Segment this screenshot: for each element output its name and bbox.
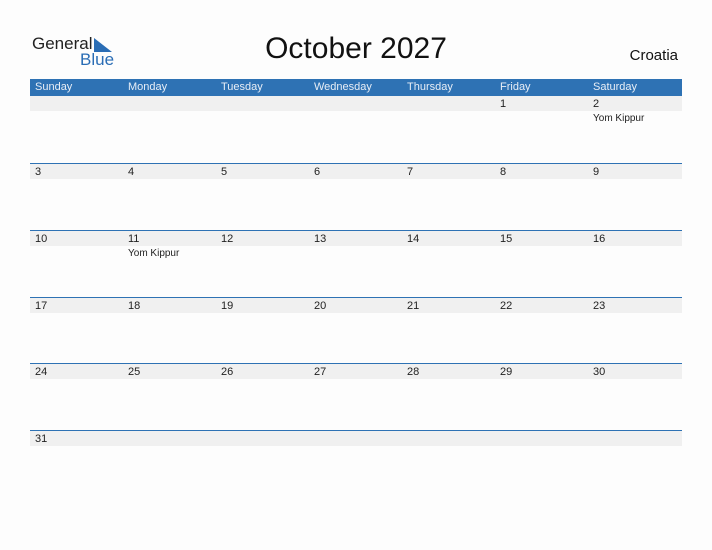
day-number: 2 [593, 98, 600, 110]
day-number: 24 [35, 366, 48, 378]
day-number: 11 [128, 233, 140, 245]
day-cell: 9 [588, 164, 681, 224]
day-number: 3 [35, 166, 42, 178]
day-cell: 8 [495, 164, 588, 224]
day-cell: 12 [216, 231, 309, 291]
day-cell: 10 [30, 231, 123, 291]
weekday-header: Sunday Monday Tuesday Wednesday Thursday Frid… [30, 79, 682, 96]
day-cell [123, 431, 216, 491]
day-number: 10 [35, 233, 48, 245]
day-number: 9 [593, 166, 600, 178]
day-cell: 26 [216, 364, 309, 424]
day-cell: 6 [309, 164, 402, 224]
day-number: 15 [500, 233, 513, 245]
day-number: 6 [314, 166, 321, 178]
day-number: 14 [407, 233, 420, 245]
weekday-monday: Monday [128, 81, 168, 93]
day-cell: 19 [216, 298, 309, 358]
day-cell [309, 431, 402, 491]
day-number: 19 [221, 300, 234, 312]
day-number: 4 [128, 166, 135, 178]
week-row: 24 25 26 27 28 29 30 [30, 363, 682, 431]
week-row: 1 2 Yom Kippur [30, 96, 682, 163]
day-number: 23 [593, 300, 606, 312]
day-number: 29 [500, 366, 513, 378]
day-number: 28 [407, 366, 420, 378]
day-number: 16 [593, 233, 606, 245]
day-number: 1 [500, 98, 507, 110]
day-cell [402, 96, 495, 156]
day-number: 25 [128, 366, 141, 378]
day-cell [30, 96, 123, 156]
day-cell [309, 96, 402, 156]
day-cell: 20 [309, 298, 402, 358]
day-number: 8 [500, 166, 507, 178]
day-cell: 5 [216, 164, 309, 224]
day-number: 17 [35, 300, 48, 312]
week-row: 10 11 Yom Kippur 12 13 14 15 16 [30, 230, 682, 298]
day-number: 26 [221, 366, 234, 378]
holiday-label: Yom Kippur [128, 248, 180, 259]
day-number: 7 [407, 166, 414, 178]
day-number: 5 [221, 166, 228, 178]
day-cell: 30 [588, 364, 681, 424]
day-cell: 24 [30, 364, 123, 424]
weekday-tuesday: Tuesday [221, 81, 263, 93]
holiday-label: Yom Kippur [593, 113, 645, 124]
day-cell: 31 [30, 431, 123, 491]
day-cell [123, 96, 216, 156]
day-cell [495, 431, 588, 491]
weekday-sunday: Sunday [35, 81, 73, 93]
day-number: 27 [314, 366, 327, 378]
weekday-saturday: Saturday [593, 81, 638, 93]
country-label: Croatia [629, 47, 678, 64]
day-cell: 27 [309, 364, 402, 424]
day-number: 22 [500, 300, 513, 312]
day-cell: 23 [588, 298, 681, 358]
week-row: 3 4 5 6 7 8 9 [30, 163, 682, 231]
day-cell: 22 [495, 298, 588, 358]
week-row: 17 18 19 20 21 22 23 [30, 297, 682, 365]
day-number: 21 [407, 300, 420, 312]
day-cell: 21 [402, 298, 495, 358]
day-number: 31 [35, 433, 48, 445]
day-cell: 1 [495, 96, 588, 156]
weekday-wednesday: Wednesday [314, 81, 372, 93]
day-cell [588, 431, 681, 491]
day-cell: 15 [495, 231, 588, 291]
day-cell [216, 96, 309, 156]
day-number: 30 [593, 366, 606, 378]
day-cell [216, 431, 309, 491]
weekday-thursday: Thursday [407, 81, 453, 93]
day-cell: 14 [402, 231, 495, 291]
page-title: October 2027 [265, 32, 447, 65]
day-number: 12 [221, 233, 234, 245]
day-cell: 11 Yom Kippur [123, 231, 216, 291]
day-number: 13 [314, 233, 327, 245]
day-cell: 3 [30, 164, 123, 224]
day-cell: 4 [123, 164, 216, 224]
day-cell [402, 431, 495, 491]
day-cell: 17 [30, 298, 123, 358]
day-number: 18 [128, 300, 141, 312]
day-cell: 16 [588, 231, 681, 291]
day-number: 20 [314, 300, 327, 312]
weekday-friday: Friday [500, 81, 531, 93]
day-cell: 28 [402, 364, 495, 424]
day-cell: 2 Yom Kippur [588, 96, 681, 156]
week-row: 31 [30, 430, 682, 498]
day-cell: 25 [123, 364, 216, 424]
day-cell: 7 [402, 164, 495, 224]
day-cell: 29 [495, 364, 588, 424]
day-cell: 13 [309, 231, 402, 291]
day-cell: 18 [123, 298, 216, 358]
